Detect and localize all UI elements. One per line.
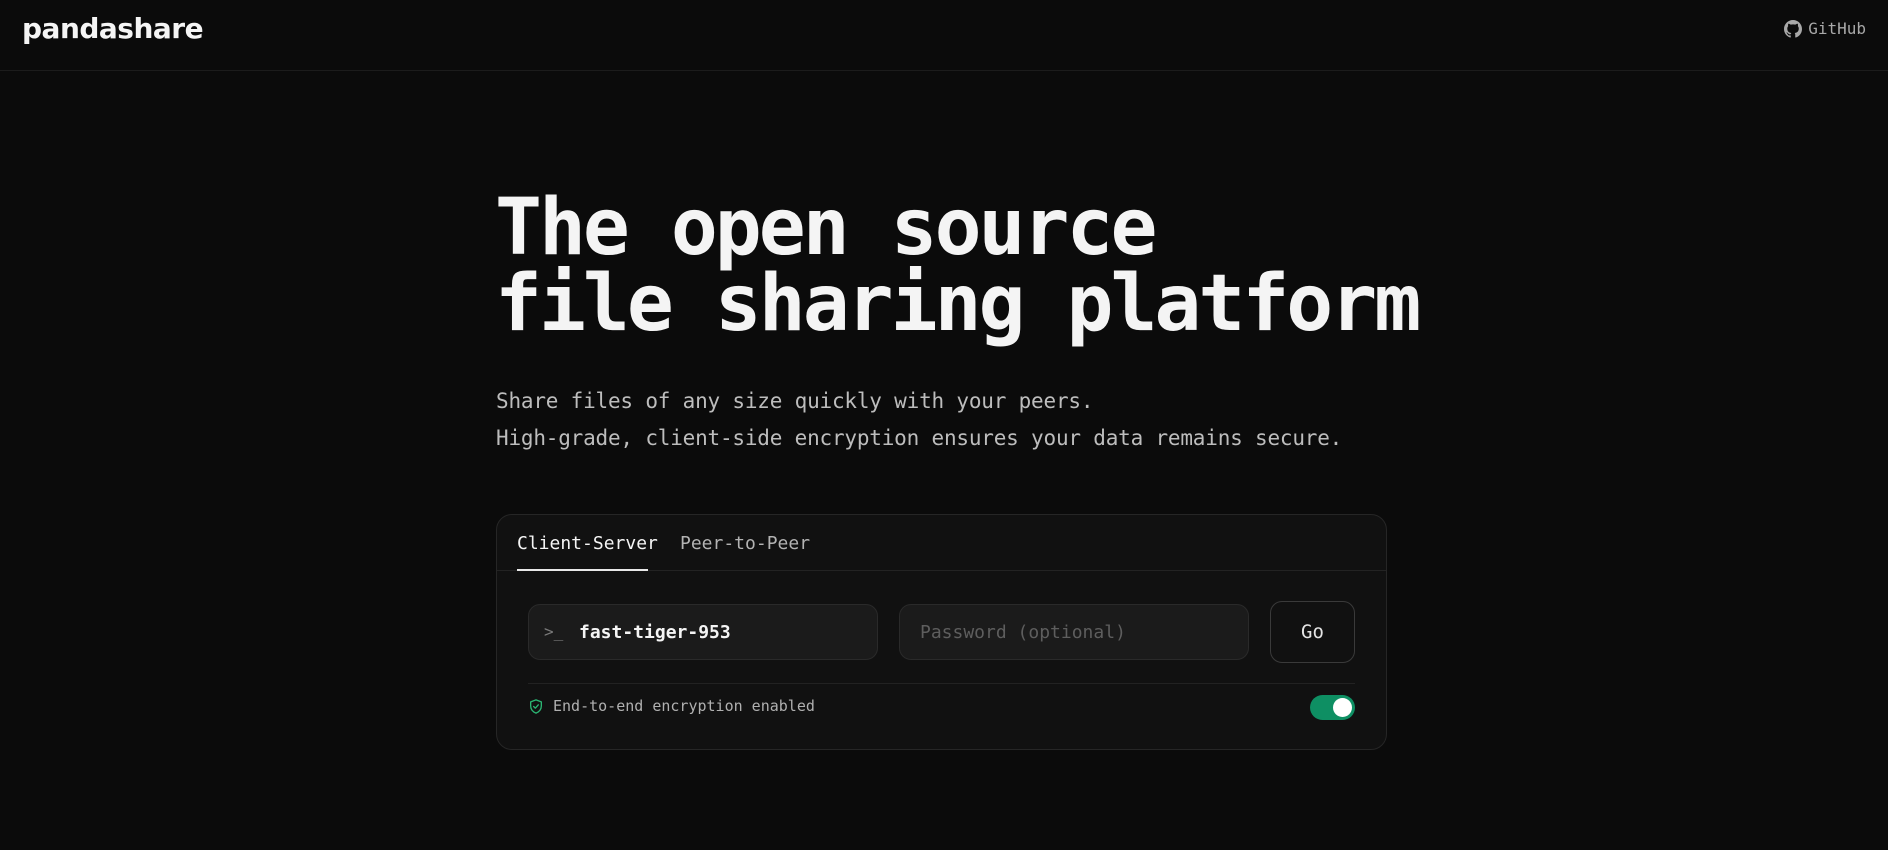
- top-bar: pandashare GitHub: [0, 0, 1888, 71]
- card-divider: [528, 683, 1355, 684]
- hero-title: The open source file sharing platform: [495, 183, 1421, 349]
- hero-subtitle: Share files of any size quickly with you…: [496, 383, 1342, 457]
- share-card: Client-Server Peer-to-Peer >_ Go End-to-…: [496, 514, 1387, 750]
- github-icon: [1784, 19, 1803, 38]
- hero-title-line-2: file sharing platform: [495, 259, 1421, 349]
- share-code-input[interactable]: [579, 605, 869, 659]
- password-field[interactable]: [899, 604, 1249, 660]
- hero-title-line-1: The open source: [495, 183, 1157, 273]
- encryption-toggle[interactable]: [1310, 695, 1355, 720]
- github-link[interactable]: GitHub: [1784, 19, 1866, 38]
- encryption-label: End-to-end encryption enabled: [553, 697, 815, 715]
- brand-logo[interactable]: pandashare: [22, 12, 204, 45]
- toggle-knob: [1333, 698, 1352, 717]
- active-tab-indicator: [517, 569, 648, 571]
- encryption-status: End-to-end encryption enabled: [528, 697, 815, 715]
- hero-subtitle-line-2: High-grade, client-side encryption ensur…: [496, 426, 1343, 450]
- mode-tabs: Client-Server Peer-to-Peer: [497, 515, 1386, 571]
- tab-client-server[interactable]: Client-Server: [517, 533, 658, 555]
- github-label: GitHub: [1808, 19, 1866, 38]
- terminal-prompt-icon: >_: [544, 622, 564, 641]
- hero-subtitle-line-1: Share files of any size quickly with you…: [496, 389, 1094, 413]
- shield-check-icon: [528, 698, 544, 715]
- share-code-field[interactable]: >_: [528, 604, 878, 660]
- tab-peer-to-peer[interactable]: Peer-to-Peer: [680, 533, 810, 555]
- go-button[interactable]: Go: [1270, 601, 1355, 663]
- password-input[interactable]: [920, 605, 1240, 659]
